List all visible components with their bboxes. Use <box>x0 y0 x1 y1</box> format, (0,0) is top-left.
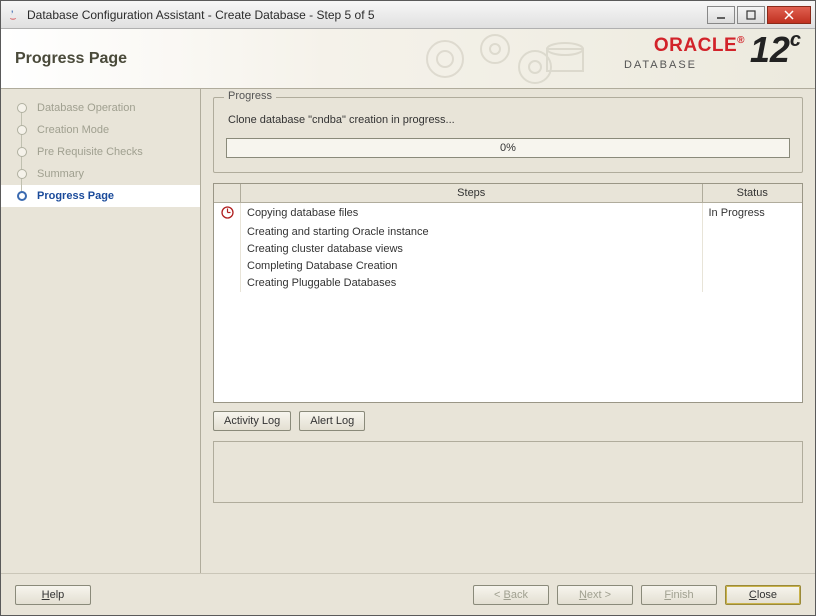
step-status <box>702 258 802 275</box>
table-row: Creating cluster database views <box>214 241 802 258</box>
step-status: In Progress <box>702 203 802 224</box>
table-row: Copying database filesIn Progress <box>214 203 802 224</box>
log-buttons: Activity Log Alert Log <box>213 411 803 431</box>
sidebar-step: Progress Page <box>1 185 200 207</box>
col-steps: Steps <box>241 184 703 203</box>
nav-buttons: < Back Next > Finish Close <box>473 585 801 605</box>
step-status <box>702 241 802 258</box>
sidebar-step[interactable]: Database Operation <box>1 97 200 119</box>
main-panel: Progress Clone database "cndba" creation… <box>201 89 815 573</box>
gear-decoration <box>395 29 595 89</box>
maximize-button[interactable] <box>737 6 765 24</box>
activity-log-button[interactable]: Activity Log <box>213 411 291 431</box>
row-status-icon <box>214 258 241 275</box>
titlebar: Database Configuration Assistant - Creat… <box>1 1 815 29</box>
alert-log-button[interactable]: Alert Log <box>299 411 365 431</box>
sidebar-step-label: Progress Page <box>37 190 114 202</box>
brand-reg: ® <box>737 35 745 46</box>
step-bullet-icon <box>17 147 27 157</box>
finish-button: Finish <box>641 585 717 605</box>
step-status <box>702 275 802 292</box>
row-status-icon <box>214 203 241 224</box>
step-label: Completing Database Creation <box>241 258 703 275</box>
progress-fieldset: Progress Clone database "cndba" creation… <box>213 97 803 173</box>
sidebar-step[interactable]: Summary <box>1 163 200 185</box>
progress-bar: 0% <box>226 138 790 158</box>
progress-legend: Progress <box>224 90 276 102</box>
clock-icon <box>220 205 234 219</box>
back-button: < Back <box>473 585 549 605</box>
sidebar-step-label: Pre Requisite Checks <box>37 146 143 158</box>
step-bullet-icon <box>17 191 27 201</box>
close-button[interactable]: Close <box>725 585 801 605</box>
oracle-logo: ORACLE® 12c DATABASE <box>624 35 801 71</box>
window-frame: Database Configuration Assistant - Creat… <box>0 0 816 616</box>
close-window-button[interactable] <box>767 6 811 24</box>
content-area: Database Operation Creation Mode Pre Requi… <box>1 89 815 573</box>
step-label: Creating cluster database views <box>241 241 703 258</box>
java-icon <box>5 7 21 23</box>
table-row: Creating Pluggable Databases <box>214 275 802 292</box>
step-bullet-icon <box>17 169 27 179</box>
step-label: Creating Pluggable Databases <box>241 275 703 292</box>
row-status-icon <box>214 224 241 241</box>
sidebar-step[interactable]: Creation Mode <box>1 119 200 141</box>
row-status-icon <box>214 275 241 292</box>
page-title: Progress Page <box>15 50 127 68</box>
step-bullet-icon <box>17 125 27 135</box>
progress-message: Clone database "cndba" creation in progr… <box>228 114 790 126</box>
step-bullet-icon <box>17 103 27 113</box>
col-status: Status <box>702 184 802 203</box>
steps-table: Steps Status Copying database filesIn Pr… <box>213 183 803 403</box>
next-button: Next > <box>557 585 633 605</box>
step-status <box>702 224 802 241</box>
product-name: DATABASE <box>624 59 697 71</box>
help-button[interactable]: Help <box>15 585 91 605</box>
window-title: Database Configuration Assistant - Creat… <box>27 8 707 22</box>
window-controls <box>707 6 811 24</box>
sidebar-step-label: Summary <box>37 168 84 180</box>
col-icon <box>214 184 241 203</box>
sidebar: Database Operation Creation Mode Pre Requi… <box>1 89 201 573</box>
row-status-icon <box>214 241 241 258</box>
footer: Help < Back Next > Finish Close <box>1 573 815 615</box>
table-row: Creating and starting Oracle instance <box>214 224 802 241</box>
sidebar-step-label: Creation Mode <box>37 124 109 136</box>
details-box <box>213 441 803 503</box>
table-row: Completing Database Creation <box>214 258 802 275</box>
step-label: Copying database files <box>241 203 703 224</box>
sidebar-step[interactable]: Pre Requisite Checks <box>1 141 200 163</box>
sidebar-step-label: Database Operation <box>37 102 135 114</box>
minimize-button[interactable] <box>707 6 735 24</box>
step-label: Creating and starting Oracle instance <box>241 224 703 241</box>
progress-percent: 0% <box>500 142 516 154</box>
banner: Progress Page ORACLE® 12c DATABASE <box>1 29 815 89</box>
brand-name: ORACLE <box>654 35 737 56</box>
version-text: 12c <box>750 29 801 71</box>
